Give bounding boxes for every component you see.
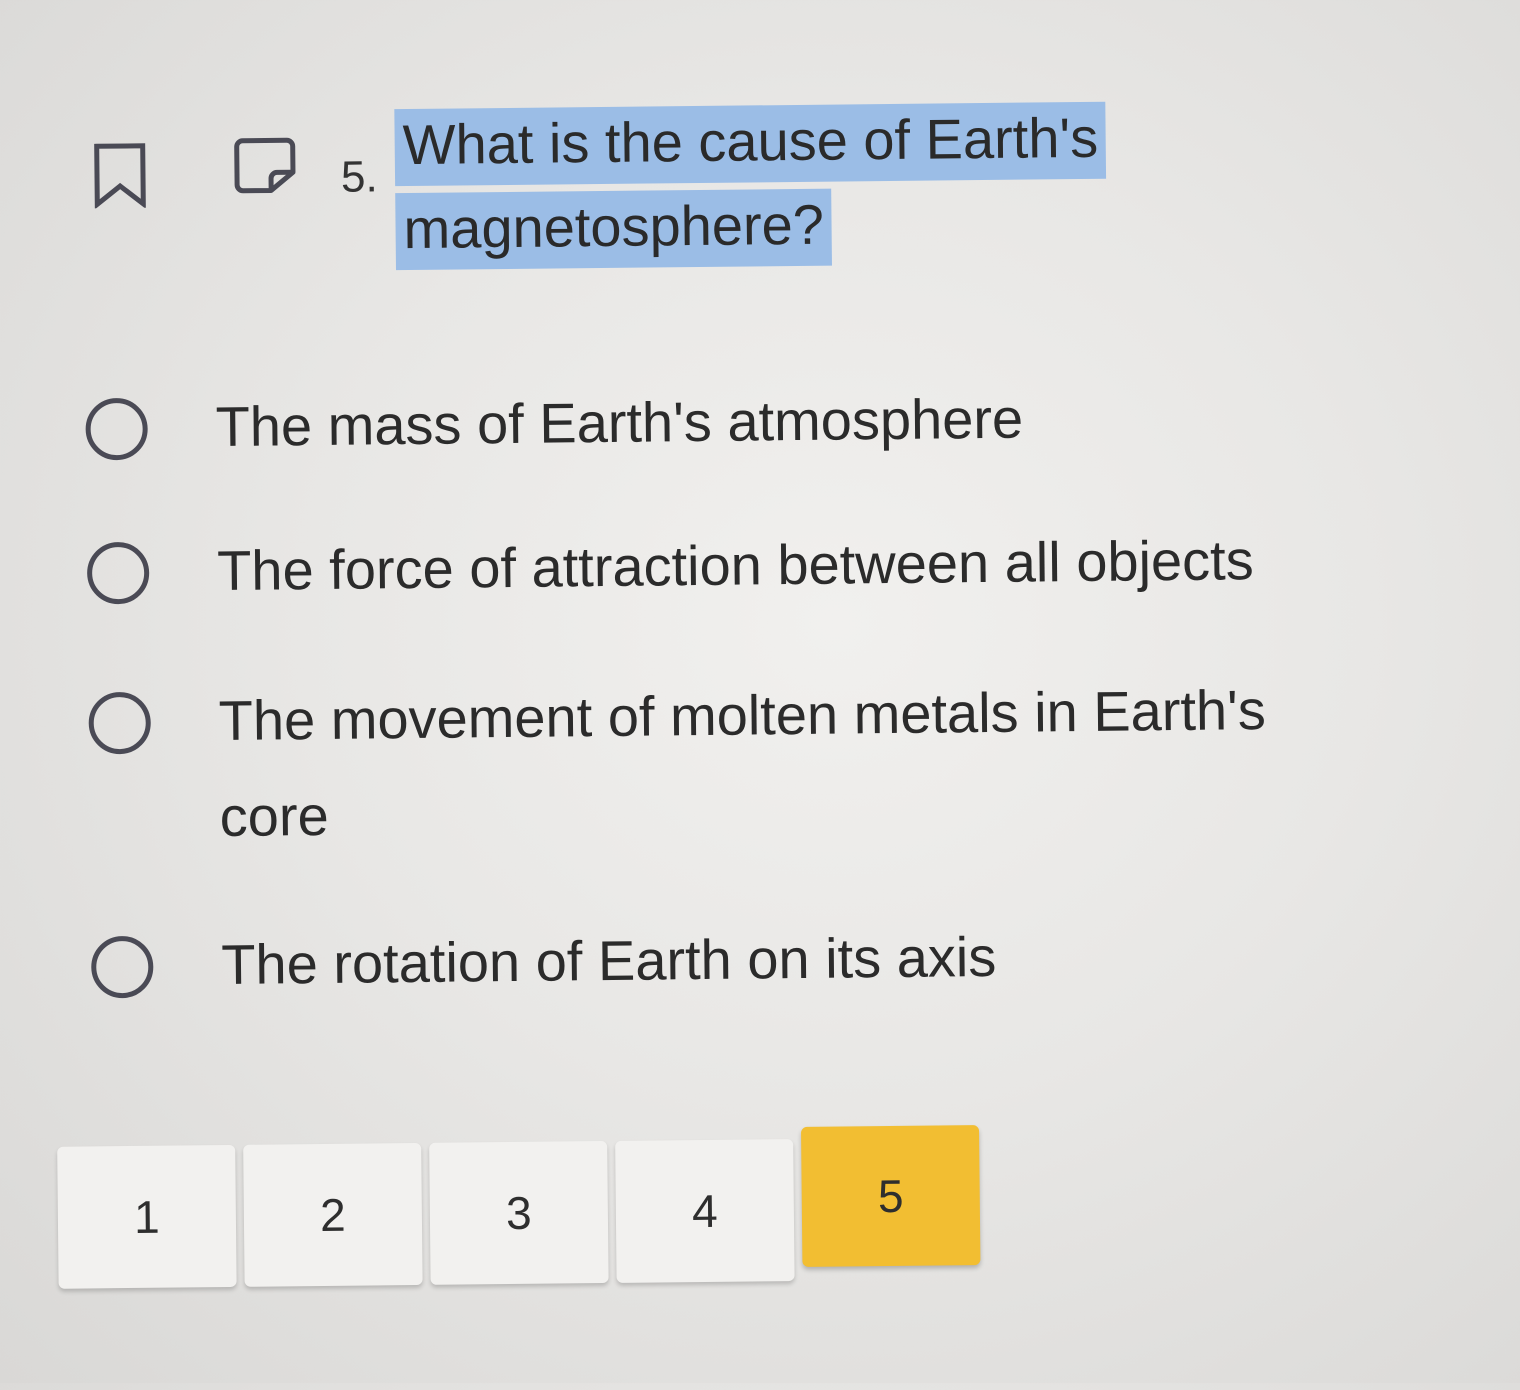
answer-options: The mass of Earth's atmosphere The force… bbox=[85, 352, 1432, 1014]
radio-button[interactable] bbox=[88, 691, 152, 755]
bookmark-icon[interactable] bbox=[93, 142, 148, 209]
question-text-line-2: magnetosphere? bbox=[395, 188, 833, 271]
answer-option-1[interactable]: The mass of Earth's atmosphere bbox=[85, 380, 1426, 476]
question-header: 5. What is the cause of Earth's magnetos… bbox=[92, 85, 1194, 297]
answer-option-label: The mass of Earth's atmosphere bbox=[215, 386, 1024, 459]
answer-option-2[interactable]: The force of attraction between all obje… bbox=[86, 524, 1428, 620]
radio-button[interactable] bbox=[90, 935, 154, 999]
answer-option-3[interactable]: The movement of molten metals in Earth's… bbox=[88, 674, 1430, 866]
page-button-5-current[interactable]: 5 bbox=[801, 1125, 981, 1267]
page-button-4[interactable]: 4 bbox=[615, 1139, 795, 1283]
question-pager: 1 2 3 4 5 bbox=[57, 1125, 989, 1289]
quiz-page: 5. What is the cause of Earth's magnetos… bbox=[0, 0, 1520, 1390]
page-button-3[interactable]: 3 bbox=[429, 1140, 609, 1285]
radio-button[interactable] bbox=[85, 397, 148, 461]
note-icon[interactable] bbox=[233, 136, 298, 195]
answer-option-label: The rotation of Earth on its axis bbox=[220, 924, 997, 997]
answer-option-label: The movement of molten metals in Earth's… bbox=[218, 678, 1267, 849]
question-text-line-1: What is the cause of Earth's bbox=[394, 101, 1107, 187]
radio-button[interactable] bbox=[86, 541, 150, 605]
answer-option-4[interactable]: The rotation of Earth on its axis bbox=[90, 918, 1432, 1014]
answer-option-label: The force of attraction between all obje… bbox=[216, 528, 1254, 603]
question-number: 5. bbox=[340, 152, 378, 202]
question-text: What is the cause of Earth's magnetosphe… bbox=[394, 95, 1156, 271]
page-button-2[interactable]: 2 bbox=[243, 1142, 423, 1287]
page-button-1[interactable]: 1 bbox=[57, 1144, 237, 1289]
